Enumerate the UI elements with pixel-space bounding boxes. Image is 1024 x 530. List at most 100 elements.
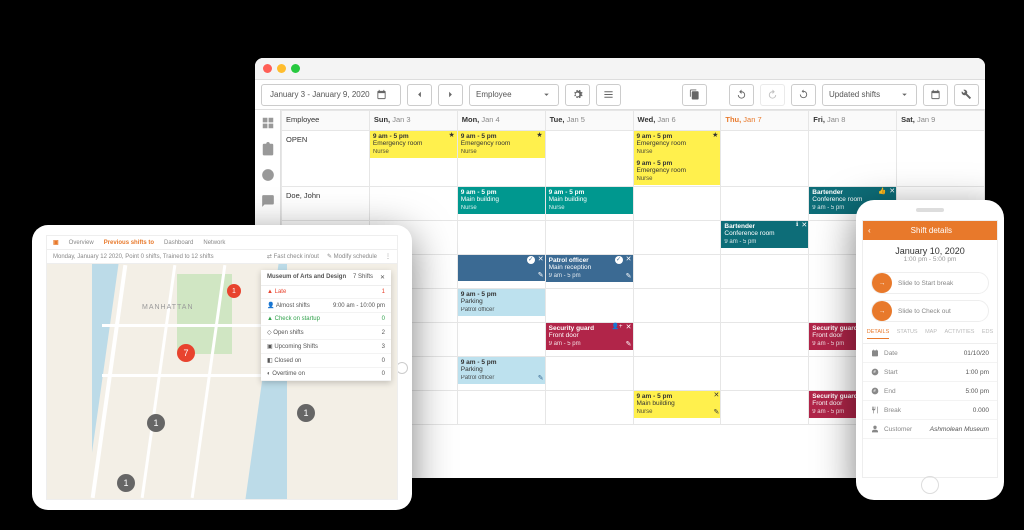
fast-check-label[interactable]: Fast check in/out <box>274 254 319 260</box>
undo-icon <box>736 89 747 100</box>
slide-start-break[interactable]: →Slide to Start break <box>871 272 989 294</box>
tab-dashboard[interactable]: Dashboard <box>164 240 193 246</box>
shift-card[interactable]: 9 am - 5 pmParkingPatrol officer✎ <box>458 357 545 384</box>
shift-card[interactable]: ✓✕✎ <box>458 255 545 281</box>
date-range-picker[interactable]: January 3 - January 9, 2020 <box>261 84 401 106</box>
employee-dropdown-label: Employee <box>476 90 512 99</box>
panel-row[interactable]: ▲ Late1 <box>261 286 391 299</box>
shift-card[interactable]: 9 am - 5 pmParkingPatrol officer <box>458 289 545 316</box>
maximize-window-icon[interactable] <box>291 64 300 73</box>
calendar-icon <box>871 349 879 357</box>
clipboard-view-icon[interactable] <box>261 142 275 156</box>
copy-button[interactable] <box>682 84 707 106</box>
caret-down-icon <box>899 89 910 100</box>
tab-previous[interactable]: Previous shifts to <box>104 240 154 246</box>
shift-card[interactable]: 9 am - 5 pm✕Main buildingNurse✎ <box>634 391 721 418</box>
panel-row[interactable]: ▲ Check on startup0 <box>261 313 391 326</box>
date-summary: Monday, January 12 2020, Point 0 shifts,… <box>53 254 214 260</box>
shift-card[interactable]: 9 am - 5 pmEmergency roomNurse <box>370 131 457 158</box>
map-canvas[interactable]: MANHATTAN 7 1 1 1 1 Museum of Arts and D… <box>47 264 397 499</box>
phone-device: ‹ Shift details January 10, 2020 1:00 pm… <box>856 200 1004 500</box>
shift-card[interactable]: Bartender ℹ✕Conference room9 am - 5 pm <box>721 221 808 248</box>
redo-icon <box>767 89 778 100</box>
employee-doe: Doe, John <box>282 187 370 221</box>
shift-details-screen: ‹ Shift details January 10, 2020 1:00 pm… <box>862 220 998 478</box>
gear-icon <box>572 89 583 100</box>
minimize-window-icon[interactable] <box>277 64 286 73</box>
map-label-manhattan: MANHATTAN <box>142 304 194 311</box>
map-pin[interactable]: 1 <box>297 404 315 422</box>
next-button[interactable] <box>438 84 463 106</box>
map-pin[interactable]: 1 <box>147 414 165 432</box>
back-icon[interactable]: ‹ <box>868 226 871 235</box>
refresh-icon <box>798 89 809 100</box>
pie-view-icon[interactable] <box>261 168 275 182</box>
window-titlebar <box>255 58 985 80</box>
shift-card[interactable]: 9 am - 5 pmMain buildingNurse <box>546 187 633 214</box>
map-app: ▣ Overview Previous shifts to Dashboard … <box>46 235 398 500</box>
tab-details[interactable]: DETAILS <box>867 329 890 339</box>
shift-card[interactable]: 9 am - 5 pmEmergency roomNurse <box>634 158 721 185</box>
grid-view-icon[interactable] <box>261 116 275 130</box>
updated-dropdown-label: Updated shifts <box>829 90 880 99</box>
slide-check-out[interactable]: →Slide to Check out <box>871 300 989 322</box>
close-window-icon[interactable] <box>263 64 272 73</box>
more-icon[interactable]: ⋮ <box>385 253 391 260</box>
map-pin-red[interactable]: 1 <box>227 284 241 298</box>
shift-card[interactable]: Security guard 👤+✕Front door9 am - 5 pm✎ <box>546 323 633 350</box>
shift-date: January 10, 2020 <box>869 246 991 256</box>
header-row: Employee Sun, Jan 3 Mon, Jan 4 Tue, Jan … <box>282 111 985 131</box>
panel-row[interactable]: ◐ Overtime on0 <box>261 368 391 381</box>
panel-row[interactable]: ▣ Upcoming Shifts3 <box>261 340 391 354</box>
refresh-button[interactable] <box>791 84 816 106</box>
close-icon[interactable]: ✕ <box>380 274 385 281</box>
tab-status[interactable]: STATUS <box>897 329 918 339</box>
sliders-icon <box>603 89 614 100</box>
shift-card[interactable]: 9 am - 5 pmMain buildingNurse <box>458 187 545 214</box>
phone-title: Shift details <box>911 226 952 235</box>
panel-row[interactable]: ◧ Closed on0 <box>261 354 391 368</box>
tab-activities[interactable]: ACTIVITIES <box>944 329 974 339</box>
redo-button[interactable] <box>760 84 785 106</box>
employee-open: OPEN <box>282 131 370 187</box>
tab-eds[interactable]: EDS <box>982 329 993 339</box>
detail-row-customer: CustomerAshmolean Museum <box>863 420 997 439</box>
tab-bar: ▣ Overview Previous shifts to Dashboard … <box>47 236 397 250</box>
modify-label[interactable]: Modify schedule <box>334 254 377 260</box>
shift-card[interactable]: 9 am - 5 pmEmergency roomNurse <box>634 131 721 158</box>
undo-button[interactable] <box>729 84 754 106</box>
app-logo-icon: ▣ <box>53 239 59 246</box>
copy-icon <box>689 89 700 100</box>
tab-overview[interactable]: Overview <box>69 240 94 246</box>
shift-time: 1:00 pm - 5:00 pm <box>869 256 991 263</box>
clock-icon <box>871 387 879 395</box>
tab-map[interactable]: MAP <box>925 329 937 339</box>
calendar-icon <box>376 89 387 100</box>
wrench-icon <box>961 89 972 100</box>
map-pin-red[interactable]: 7 <box>177 344 195 362</box>
filter-button[interactable] <box>596 84 621 106</box>
panel-row[interactable]: 👤 Almost shifts9:00 am - 10:00 pm <box>261 299 391 313</box>
map-pin[interactable]: 1 <box>117 474 135 492</box>
col-thu: Thu, Jan 7 <box>721 111 809 131</box>
col-employee: Employee <box>282 111 370 131</box>
chat-view-icon[interactable] <box>261 194 275 208</box>
col-tue: Tue, Jan 5 <box>545 111 633 131</box>
shift-card[interactable]: Patrol officer✓✕Main reception9 am - 5 p… <box>546 255 633 282</box>
save-calendar-button[interactable] <box>923 84 948 106</box>
phone-header: ‹ Shift details <box>863 221 997 240</box>
shift-card[interactable]: 9 am - 5 pmEmergency roomNurse <box>458 131 545 158</box>
tools-button[interactable] <box>954 84 979 106</box>
tab-network[interactable]: Network <box>203 240 225 246</box>
updated-dropdown[interactable]: Updated shifts <box>822 84 917 106</box>
settings-button[interactable] <box>565 84 590 106</box>
caret-down-icon <box>541 89 552 100</box>
panel-row[interactable]: ◇ Open shifts2 <box>261 326 391 340</box>
prev-button[interactable] <box>407 84 432 106</box>
row-open: OPEN 9 am - 5 pmEmergency roomNurse 9 am… <box>282 131 985 187</box>
col-sun: Sun, Jan 3 <box>369 111 457 131</box>
date-range-label: January 3 - January 9, 2020 <box>270 90 370 99</box>
employee-dropdown[interactable]: Employee <box>469 84 559 106</box>
detail-row-date: Date01/10/20 <box>863 344 997 363</box>
user-icon <box>871 425 879 433</box>
